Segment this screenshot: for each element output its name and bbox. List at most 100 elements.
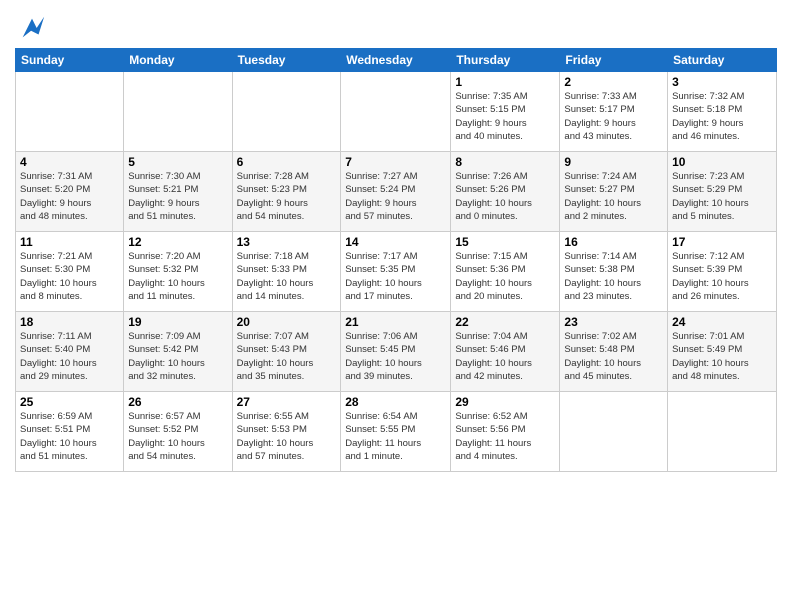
calendar-cell: 5Sunrise: 7:30 AM Sunset: 5:21 PM Daylig…	[124, 152, 232, 232]
day-info: Sunrise: 7:04 AM Sunset: 5:46 PM Dayligh…	[455, 330, 555, 383]
calendar-week-4: 18Sunrise: 7:11 AM Sunset: 5:40 PM Dayli…	[16, 312, 777, 392]
weekday-header-wednesday: Wednesday	[341, 49, 451, 72]
day-info: Sunrise: 7:02 AM Sunset: 5:48 PM Dayligh…	[564, 330, 663, 383]
calendar-cell: 4Sunrise: 7:31 AM Sunset: 5:20 PM Daylig…	[16, 152, 124, 232]
calendar-week-2: 4Sunrise: 7:31 AM Sunset: 5:20 PM Daylig…	[16, 152, 777, 232]
calendar-cell	[16, 72, 124, 152]
calendar-cell	[124, 72, 232, 152]
day-info: Sunrise: 7:17 AM Sunset: 5:35 PM Dayligh…	[345, 250, 446, 303]
calendar-week-3: 11Sunrise: 7:21 AM Sunset: 5:30 PM Dayli…	[16, 232, 777, 312]
day-info: Sunrise: 7:06 AM Sunset: 5:45 PM Dayligh…	[345, 330, 446, 383]
calendar-cell: 23Sunrise: 7:02 AM Sunset: 5:48 PM Dayli…	[560, 312, 668, 392]
calendar-cell: 25Sunrise: 6:59 AM Sunset: 5:51 PM Dayli…	[16, 392, 124, 472]
calendar-cell: 3Sunrise: 7:32 AM Sunset: 5:18 PM Daylig…	[668, 72, 777, 152]
day-info: Sunrise: 7:20 AM Sunset: 5:32 PM Dayligh…	[128, 250, 227, 303]
day-info: Sunrise: 7:33 AM Sunset: 5:17 PM Dayligh…	[564, 90, 663, 143]
calendar-cell: 22Sunrise: 7:04 AM Sunset: 5:46 PM Dayli…	[451, 312, 560, 392]
weekday-header-thursday: Thursday	[451, 49, 560, 72]
day-number: 16	[564, 235, 663, 249]
calendar-cell: 13Sunrise: 7:18 AM Sunset: 5:33 PM Dayli…	[232, 232, 341, 312]
day-info: Sunrise: 6:54 AM Sunset: 5:55 PM Dayligh…	[345, 410, 446, 463]
day-number: 10	[672, 155, 772, 169]
day-number: 19	[128, 315, 227, 329]
calendar-table: SundayMondayTuesdayWednesdayThursdayFrid…	[15, 48, 777, 472]
calendar-cell: 1Sunrise: 7:35 AM Sunset: 5:15 PM Daylig…	[451, 72, 560, 152]
day-info: Sunrise: 7:09 AM Sunset: 5:42 PM Dayligh…	[128, 330, 227, 383]
day-number: 8	[455, 155, 555, 169]
day-number: 25	[20, 395, 119, 409]
day-number: 20	[237, 315, 337, 329]
day-number: 21	[345, 315, 446, 329]
day-number: 15	[455, 235, 555, 249]
calendar-cell: 21Sunrise: 7:06 AM Sunset: 5:45 PM Dayli…	[341, 312, 451, 392]
calendar-body: 1Sunrise: 7:35 AM Sunset: 5:15 PM Daylig…	[16, 72, 777, 472]
calendar-cell: 14Sunrise: 7:17 AM Sunset: 5:35 PM Dayli…	[341, 232, 451, 312]
logo	[15, 14, 46, 42]
weekday-header-monday: Monday	[124, 49, 232, 72]
calendar-cell: 10Sunrise: 7:23 AM Sunset: 5:29 PM Dayli…	[668, 152, 777, 232]
calendar-cell: 16Sunrise: 7:14 AM Sunset: 5:38 PM Dayli…	[560, 232, 668, 312]
day-info: Sunrise: 7:23 AM Sunset: 5:29 PM Dayligh…	[672, 170, 772, 223]
calendar-cell: 17Sunrise: 7:12 AM Sunset: 5:39 PM Dayli…	[668, 232, 777, 312]
calendar-week-5: 25Sunrise: 6:59 AM Sunset: 5:51 PM Dayli…	[16, 392, 777, 472]
weekday-header-row: SundayMondayTuesdayWednesdayThursdayFrid…	[16, 49, 777, 72]
day-number: 26	[128, 395, 227, 409]
day-info: Sunrise: 7:35 AM Sunset: 5:15 PM Dayligh…	[455, 90, 555, 143]
day-number: 4	[20, 155, 119, 169]
day-info: Sunrise: 6:57 AM Sunset: 5:52 PM Dayligh…	[128, 410, 227, 463]
page-container: SundayMondayTuesdayWednesdayThursdayFrid…	[0, 0, 792, 482]
calendar-header: SundayMondayTuesdayWednesdayThursdayFrid…	[16, 49, 777, 72]
day-info: Sunrise: 7:14 AM Sunset: 5:38 PM Dayligh…	[564, 250, 663, 303]
day-info: Sunrise: 7:12 AM Sunset: 5:39 PM Dayligh…	[672, 250, 772, 303]
day-info: Sunrise: 7:28 AM Sunset: 5:23 PM Dayligh…	[237, 170, 337, 223]
calendar-cell: 26Sunrise: 6:57 AM Sunset: 5:52 PM Dayli…	[124, 392, 232, 472]
calendar-week-1: 1Sunrise: 7:35 AM Sunset: 5:15 PM Daylig…	[16, 72, 777, 152]
day-info: Sunrise: 6:59 AM Sunset: 5:51 PM Dayligh…	[20, 410, 119, 463]
calendar-cell: 11Sunrise: 7:21 AM Sunset: 5:30 PM Dayli…	[16, 232, 124, 312]
day-info: Sunrise: 7:15 AM Sunset: 5:36 PM Dayligh…	[455, 250, 555, 303]
day-info: Sunrise: 6:52 AM Sunset: 5:56 PM Dayligh…	[455, 410, 555, 463]
day-number: 22	[455, 315, 555, 329]
calendar-cell: 28Sunrise: 6:54 AM Sunset: 5:55 PM Dayli…	[341, 392, 451, 472]
day-number: 28	[345, 395, 446, 409]
calendar-cell	[560, 392, 668, 472]
calendar-cell: 27Sunrise: 6:55 AM Sunset: 5:53 PM Dayli…	[232, 392, 341, 472]
calendar-cell: 19Sunrise: 7:09 AM Sunset: 5:42 PM Dayli…	[124, 312, 232, 392]
day-number: 13	[237, 235, 337, 249]
weekday-header-saturday: Saturday	[668, 49, 777, 72]
calendar-cell: 6Sunrise: 7:28 AM Sunset: 5:23 PM Daylig…	[232, 152, 341, 232]
day-info: Sunrise: 7:01 AM Sunset: 5:49 PM Dayligh…	[672, 330, 772, 383]
calendar-cell: 20Sunrise: 7:07 AM Sunset: 5:43 PM Dayli…	[232, 312, 341, 392]
day-number: 27	[237, 395, 337, 409]
day-number: 1	[455, 75, 555, 89]
day-info: Sunrise: 7:31 AM Sunset: 5:20 PM Dayligh…	[20, 170, 119, 223]
calendar-cell	[341, 72, 451, 152]
day-number: 29	[455, 395, 555, 409]
page-header	[15, 10, 777, 42]
day-info: Sunrise: 7:32 AM Sunset: 5:18 PM Dayligh…	[672, 90, 772, 143]
calendar-cell: 7Sunrise: 7:27 AM Sunset: 5:24 PM Daylig…	[341, 152, 451, 232]
day-number: 6	[237, 155, 337, 169]
calendar-cell: 9Sunrise: 7:24 AM Sunset: 5:27 PM Daylig…	[560, 152, 668, 232]
day-number: 14	[345, 235, 446, 249]
logo-bird-icon	[18, 14, 46, 42]
calendar-cell: 15Sunrise: 7:15 AM Sunset: 5:36 PM Dayli…	[451, 232, 560, 312]
weekday-header-friday: Friday	[560, 49, 668, 72]
calendar-cell: 24Sunrise: 7:01 AM Sunset: 5:49 PM Dayli…	[668, 312, 777, 392]
day-info: Sunrise: 7:30 AM Sunset: 5:21 PM Dayligh…	[128, 170, 227, 223]
calendar-cell: 12Sunrise: 7:20 AM Sunset: 5:32 PM Dayli…	[124, 232, 232, 312]
day-number: 3	[672, 75, 772, 89]
day-info: Sunrise: 7:11 AM Sunset: 5:40 PM Dayligh…	[20, 330, 119, 383]
day-info: Sunrise: 7:27 AM Sunset: 5:24 PM Dayligh…	[345, 170, 446, 223]
day-number: 23	[564, 315, 663, 329]
day-number: 5	[128, 155, 227, 169]
day-info: Sunrise: 7:24 AM Sunset: 5:27 PM Dayligh…	[564, 170, 663, 223]
weekday-header-sunday: Sunday	[16, 49, 124, 72]
day-number: 24	[672, 315, 772, 329]
calendar-cell: 29Sunrise: 6:52 AM Sunset: 5:56 PM Dayli…	[451, 392, 560, 472]
day-number: 2	[564, 75, 663, 89]
day-number: 11	[20, 235, 119, 249]
day-info: Sunrise: 7:18 AM Sunset: 5:33 PM Dayligh…	[237, 250, 337, 303]
calendar-cell	[668, 392, 777, 472]
day-info: Sunrise: 6:55 AM Sunset: 5:53 PM Dayligh…	[237, 410, 337, 463]
